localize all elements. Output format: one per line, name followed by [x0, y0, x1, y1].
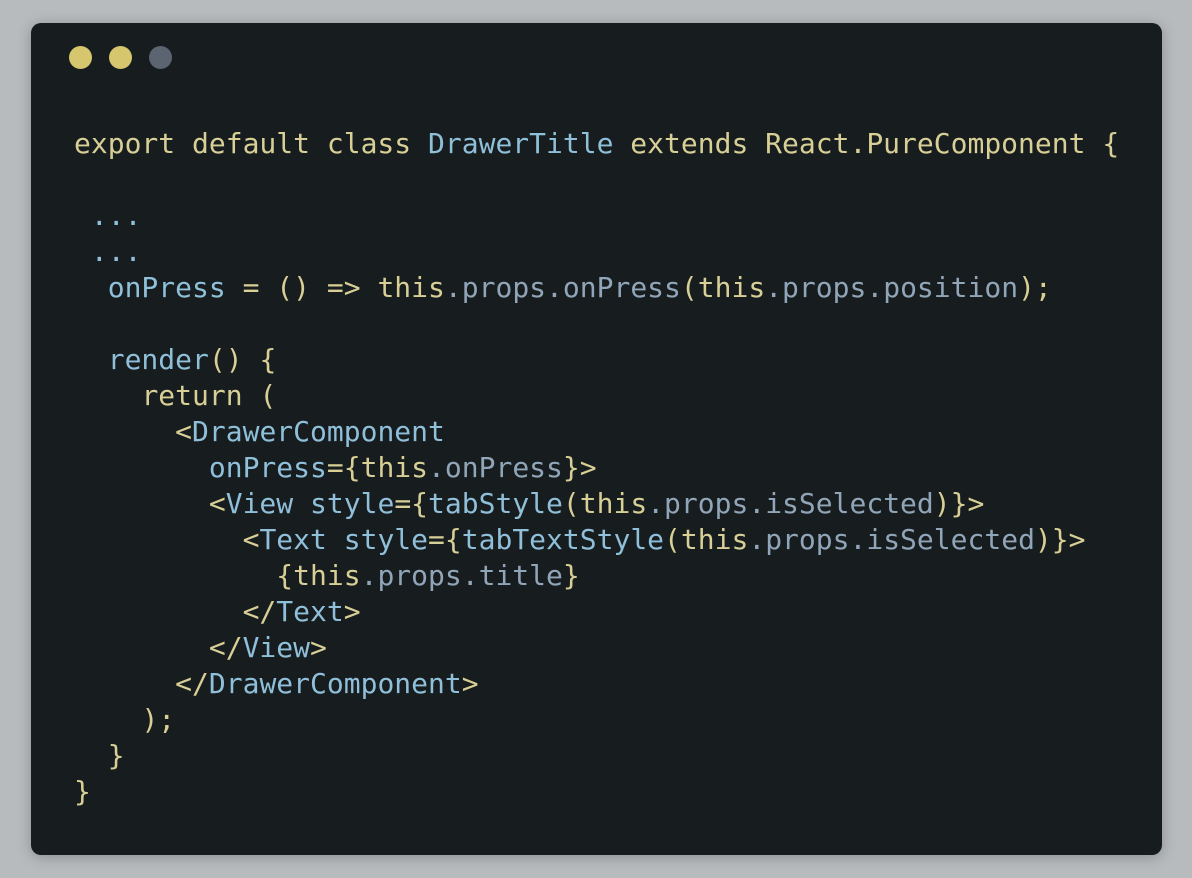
code-token: .props.position — [765, 271, 1019, 304]
code-token: .props.title — [360, 559, 563, 592]
code-token: return ( — [141, 379, 277, 412]
code-token: ( — [680, 271, 698, 304]
code-token: ( — [562, 487, 580, 520]
code-line: render() { — [74, 342, 1119, 378]
code-token: ={ — [326, 451, 361, 484]
code-window: export default class DrawerTitle extends… — [31, 23, 1162, 855]
code-token: ... — [90, 199, 142, 232]
code-token: this — [680, 523, 749, 556]
code-line: <DrawerComponent — [74, 414, 1119, 450]
code-token: tabStyle — [428, 487, 563, 520]
code-token: } — [107, 739, 125, 772]
code-token: () { — [208, 343, 277, 376]
code-token: onPress — [208, 451, 327, 484]
code-token: style — [310, 487, 395, 520]
code-token: < — [242, 523, 260, 556]
code-token: )}> — [1034, 523, 1086, 556]
code-token: this — [293, 559, 361, 592]
code-token: ); — [141, 703, 176, 736]
code-token: ={ — [428, 523, 462, 556]
code-line: onPress={this.onPress}> — [74, 450, 1119, 486]
code-token: < — [175, 415, 193, 448]
code-token: View — [242, 631, 311, 664]
code-token: .onPress — [428, 451, 563, 484]
code-token: } — [74, 775, 91, 808]
maximize-dot-icon[interactable] — [149, 46, 172, 69]
code-line: export default class DrawerTitle extends… — [74, 126, 1119, 162]
code-token: ... — [90, 235, 142, 268]
code-token: Text — [259, 523, 327, 556]
code-line: </View> — [74, 630, 1119, 666]
code-line: </DrawerComponent> — [74, 666, 1119, 702]
code-token: style — [343, 523, 429, 556]
code-token: onPress — [107, 271, 226, 304]
code-token: > — [343, 595, 361, 628]
code-token: DrawerTitle — [428, 127, 614, 160]
code-token: this — [360, 451, 429, 484]
code-token: { — [276, 559, 294, 592]
close-dot-icon[interactable] — [69, 46, 92, 69]
code-token: )}> — [933, 487, 985, 520]
code-token: < — [208, 487, 226, 520]
code-token: </ — [208, 631, 243, 664]
code-token: }> — [562, 451, 597, 484]
code-line: ); — [74, 702, 1119, 738]
code-token: .props.isSelected — [748, 523, 1035, 556]
minimize-dot-icon[interactable] — [109, 46, 132, 69]
code-line: } — [74, 738, 1119, 774]
code-line: ... — [74, 198, 1119, 234]
code-token: ( — [664, 523, 681, 556]
code-line: } — [74, 774, 1119, 810]
code-token: render — [107, 343, 209, 376]
code-token: this — [579, 487, 648, 520]
code-token: </ — [175, 667, 209, 700]
code-token: ={ — [394, 487, 429, 520]
code-line: {this.props.title} — [74, 558, 1119, 594]
code-token: } — [562, 559, 580, 592]
window-controls — [69, 46, 172, 69]
code-line: <Text style={tabTextStyle(this.props.isS… — [74, 522, 1119, 558]
code-token: > — [310, 631, 327, 664]
code-token: .props.isSelected — [647, 487, 934, 520]
code-block: export default class DrawerTitle extends… — [74, 126, 1119, 810]
code-token: = () => — [225, 271, 378, 304]
code-token: export default class — [74, 127, 429, 160]
code-line: return ( — [74, 378, 1119, 414]
code-token: extends React.PureComponent { — [613, 127, 1120, 160]
code-line: ... — [74, 234, 1119, 270]
code-token: DrawerComponent — [192, 415, 445, 448]
code-token: </ — [242, 595, 277, 628]
code-token: Text — [276, 595, 344, 628]
code-line: </Text> — [74, 594, 1119, 630]
code-token: .props.onPress — [444, 271, 681, 304]
code-line: onPress = () => this.props.onPress(this.… — [74, 270, 1119, 306]
code-token: > — [461, 667, 479, 700]
code-token: DrawerComponent — [208, 667, 462, 700]
code-token: this — [377, 271, 445, 304]
code-token: ); — [1018, 271, 1052, 304]
code-token: View — [225, 487, 294, 520]
code-token: tabTextStyle — [461, 523, 665, 556]
code-line: <View style={tabStyle(this.props.isSelec… — [74, 486, 1119, 522]
code-token: this — [697, 271, 766, 304]
